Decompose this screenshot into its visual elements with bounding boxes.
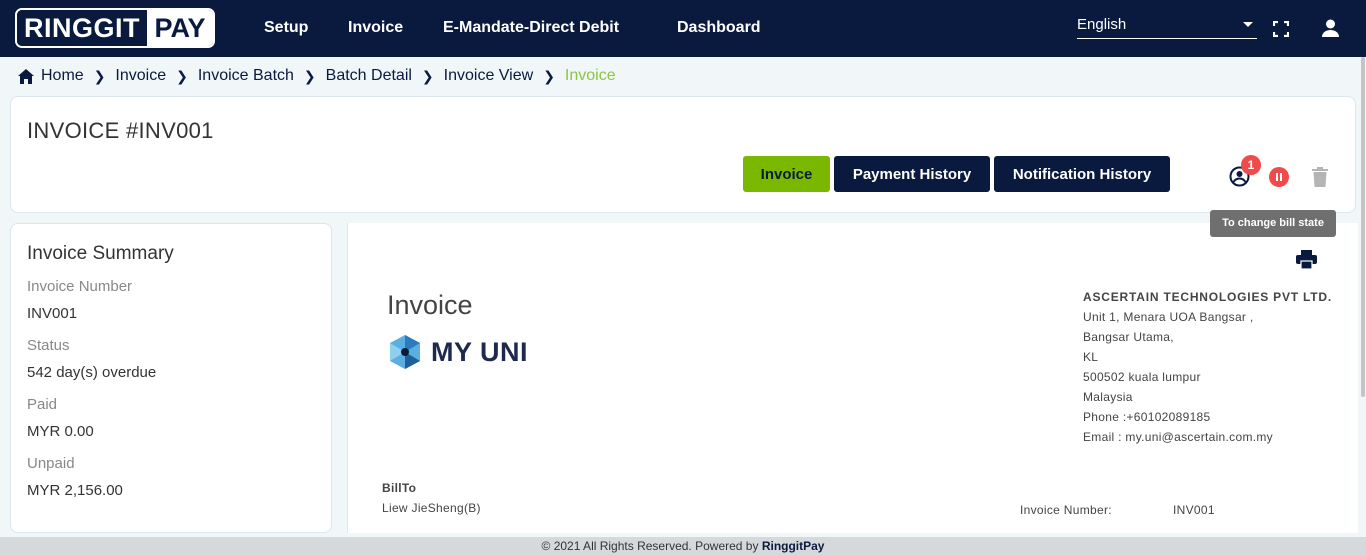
pause-bill-icon[interactable] [1269,167,1289,192]
top-navbar: RINGGIT PAY Setup Invoice E-Mandate-Dire… [0,0,1366,57]
bill-state-tooltip: To change bill state [1210,210,1336,237]
chevron-right-icon: ❯ [303,67,316,84]
tab-notification-history[interactable]: Notification History [994,156,1170,192]
chevron-right-icon: ❯ [543,67,555,84]
summary-label-paid: Paid [27,396,58,413]
summary-value-status: 542 day(s) overdue [27,364,157,381]
tab-invoice[interactable]: Invoice [743,156,830,192]
my-uni-logo-icon [388,334,422,370]
company-address-block: ASCERTAIN TECHNOLOGIES PVT LTD. Unit 1, … [1083,290,1332,450]
logo-text-pay: PAY [147,10,213,46]
footer: © 2021 All Rights Reserved. Powered by R… [0,537,1366,556]
invoice-document-panel: Invoice MY UNI ASCERTAIN TECHNOLOGIES PV… [347,223,1358,533]
summary-value-invoice-number: INV001 [27,305,78,322]
invoice-heading: Invoice [387,290,473,320]
meta-value-invoice-number: INV001 [1173,503,1215,517]
footer-copyright: © 2021 All Rights Reserved. Powered by [541,539,762,553]
invoice-header-card: INVOICE #INV001 Invoice Payment History … [10,96,1356,213]
home-icon[interactable] [18,68,34,84]
ringgitpay-logo[interactable]: RINGGIT PAY [15,8,215,48]
page-title: INVOICE #INV001 [27,118,214,143]
company-address-line: 500502 kuala lumpur [1083,370,1201,384]
chevron-right-icon: ❯ [176,67,188,84]
language-select[interactable]: English [1077,16,1257,39]
language-selected: English [1077,16,1127,33]
chevron-down-icon [1243,22,1253,27]
meta-label-invoice-number: Invoice Number: [1020,503,1112,517]
invoice-meta-row: Invoice Number: INV001 [1020,503,1215,517]
breadcrumb-invoice[interactable]: Invoice [115,67,166,85]
nav-setup[interactable]: Setup [264,19,308,37]
nav-invoice[interactable]: Invoice [348,19,403,37]
company-email: Email : my.uni@ascertain.com.my [1083,430,1273,444]
bill-to-label: BillTo [382,481,417,495]
page-scrollbar[interactable] [1360,57,1366,537]
summary-title: Invoice Summary [27,243,174,264]
company-name: ASCERTAIN TECHNOLOGIES PVT LTD. [1083,290,1333,304]
company-address-line: KL [1083,350,1099,364]
chevron-right-icon: ❯ [93,67,106,84]
tab-payment-history[interactable]: Payment History [834,156,990,192]
summary-label-invoice-number: Invoice Number [27,278,133,295]
chevron-right-icon: ❯ [421,67,434,84]
breadcrumb-invoice-view[interactable]: Invoice View [444,67,534,85]
fullscreen-icon[interactable] [1272,20,1290,42]
nav-dashboard[interactable]: Dashboard [677,19,761,37]
breadcrumb: Home ❯ Invoice ❯ Invoice Batch ❯ Batch D… [18,66,616,86]
summary-value-unpaid: MYR 2,156.00 [27,482,123,499]
summary-label-unpaid: Unpaid [27,455,75,472]
company-address-line: Bangsar Utama, [1083,330,1174,344]
scrollbar-thumb[interactable] [1361,57,1365,397]
company-phone: Phone :+60102089185 [1083,410,1211,424]
brand-name: MY UNI [431,336,529,367]
summary-value-paid: MYR 0.00 [27,423,94,440]
company-logo: MY UNI [388,334,528,370]
logo-text-ringgit: RINGGIT [17,10,147,46]
bill-to-name: Liew JieSheng(B) [382,501,481,515]
company-address-line: Unit 1, Menara UOA Bangsar , [1083,310,1254,324]
company-address-line: Malaysia [1083,390,1133,404]
breadcrumb-batch-detail[interactable]: Batch Detail [326,67,412,85]
delete-trash-icon[interactable] [1312,167,1328,192]
breadcrumb-home[interactable]: Home [41,67,84,85]
bill-to-block: BillTo Liew JieSheng(B) [382,481,481,515]
summary-label-status: Status [27,337,70,354]
footer-brand-link[interactable]: RinggitPay [762,539,825,553]
breadcrumb-current: Invoice [564,67,616,84]
notification-count-badge: 1 [1241,155,1261,175]
breadcrumb-invoice-batch[interactable]: Invoice Batch [198,67,294,85]
user-account-icon[interactable] [1321,19,1340,43]
nav-e-mandate[interactable]: E-Mandate-Direct Debit [443,19,619,37]
invoice-summary-card: Invoice Summary Invoice Number INV001 St… [10,223,332,533]
print-icon[interactable] [1296,250,1317,274]
